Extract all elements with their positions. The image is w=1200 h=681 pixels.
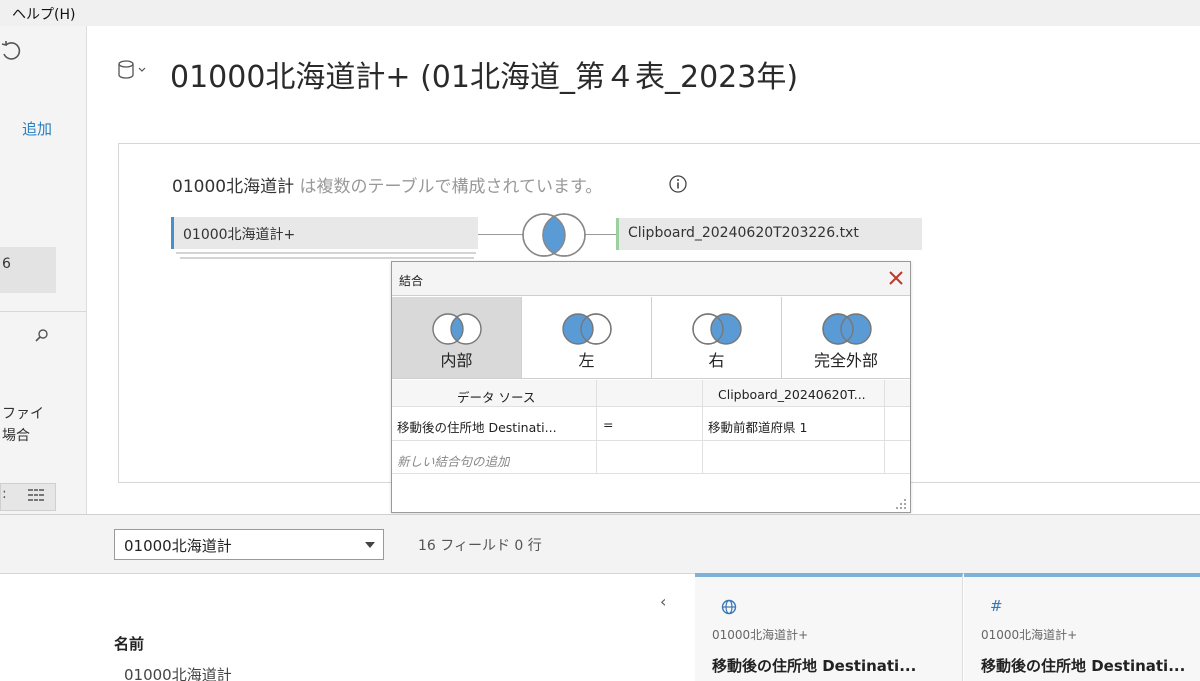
join-dialog-header [392, 262, 910, 296]
left-panel-border [86, 26, 87, 515]
field-column-card[interactable]: # 01000北海道計+ 移動後の住所地 Destinati... [964, 573, 1200, 681]
page-title[interactable]: 01000北海道計+ (01北海道_第４表_2023年) [170, 52, 798, 96]
chevron-down-icon[interactable] [364, 540, 376, 550]
canvas-heading-table: 01000北海道計 [172, 177, 295, 197]
table-select-value: 01000北海道計 [124, 537, 232, 555]
clause-col-divider [596, 380, 597, 473]
name-list-item[interactable]: 01000北海道計 [124, 664, 232, 681]
file-help-text: ファイ 場合 [2, 403, 44, 447]
datasource-icon[interactable] [116, 58, 146, 82]
clause-header-datasource: データ ソース [457, 390, 536, 405]
view-toggle-colon: : [2, 486, 7, 502]
clause-row-divider [392, 440, 910, 441]
chevron-left-icon[interactable]: ‹ [660, 592, 666, 611]
clause-left-field[interactable]: 移動後の住所地 Destinati... [397, 417, 593, 436]
field-name[interactable]: 移動後の住所地 Destinati... [712, 655, 916, 676]
left-table-label: 01000北海道計+ [183, 227, 296, 243]
menu-bar [0, 0, 1200, 26]
field-column-card[interactable]: 01000北海道計+ 移動後の住所地 Destinati... [695, 573, 963, 681]
left-join-type-icon [562, 313, 612, 345]
right-join-type-icon [692, 313, 742, 345]
field-row-count: 16 フィールド 0 行 [418, 538, 542, 554]
clause-row-divider [392, 406, 910, 407]
right-table-label: Clipboard_20240620T203226.txt [628, 225, 859, 241]
field-name[interactable]: 移動後の住所地 Destinati... [981, 655, 1185, 676]
join-type-full-outer-button[interactable]: 完全外部 [782, 297, 910, 379]
number-icon[interactable]: # [990, 597, 1003, 615]
file-help-line-1: ファイ [2, 406, 44, 422]
clause-col-divider [884, 380, 885, 473]
clause-header-right-table: Clipboard_20240620T... [718, 387, 866, 402]
join-type-right-label: 右 [708, 351, 725, 370]
clause-operator[interactable]: = [603, 417, 613, 432]
name-column-header: 名前 [114, 635, 145, 653]
left-table-stack-2 [180, 257, 474, 259]
inner-join-type-icon [432, 313, 482, 345]
join-type-full-outer-label: 完全外部 [813, 351, 878, 370]
search-icon[interactable] [34, 328, 50, 344]
clause-col-divider [702, 380, 703, 473]
add-join-clause[interactable]: 新しい結合句の追加 [397, 451, 510, 470]
add-connection-link[interactable]: 追加 [22, 118, 52, 139]
join-dialog-title: 結合 [399, 274, 424, 288]
left-table-stack-1 [176, 252, 476, 254]
canvas-heading-suffix: は複数のテーブルで構成されています。 [294, 177, 603, 197]
join-type-inner-label: 内部 [440, 351, 473, 370]
file-help-line-2: 場合 [2, 428, 30, 444]
info-icon[interactable] [668, 174, 688, 194]
inner-join-icon[interactable] [518, 212, 590, 258]
close-icon[interactable] [886, 268, 906, 288]
full-outer-join-type-icon [822, 313, 872, 345]
join-type-left-label: 左 [578, 351, 595, 370]
field-source: 01000北海道計+ [981, 628, 1078, 642]
clause-right-field[interactable]: 移動前都道府県 1 [708, 417, 882, 436]
clause-row-divider [392, 473, 910, 474]
join-type-left-button[interactable]: 左 [522, 297, 652, 379]
left-panel-divider [0, 311, 86, 312]
field-source: 01000北海道計+ [712, 628, 809, 642]
menu-help[interactable]: ヘルプ(H) [12, 4, 75, 24]
canvas-heading: 01000北海道計 は複数のテーブルで構成されています。 [172, 172, 602, 197]
connection-count: 6 [2, 256, 11, 272]
join-type-right-button[interactable]: 右 [652, 297, 782, 379]
grid-icon[interactable] [28, 489, 44, 501]
join-type-inner-button[interactable]: 内部 [392, 297, 522, 379]
refresh-icon[interactable] [0, 40, 22, 62]
resize-grip-icon[interactable] [894, 497, 908, 511]
globe-icon[interactable] [721, 599, 737, 615]
